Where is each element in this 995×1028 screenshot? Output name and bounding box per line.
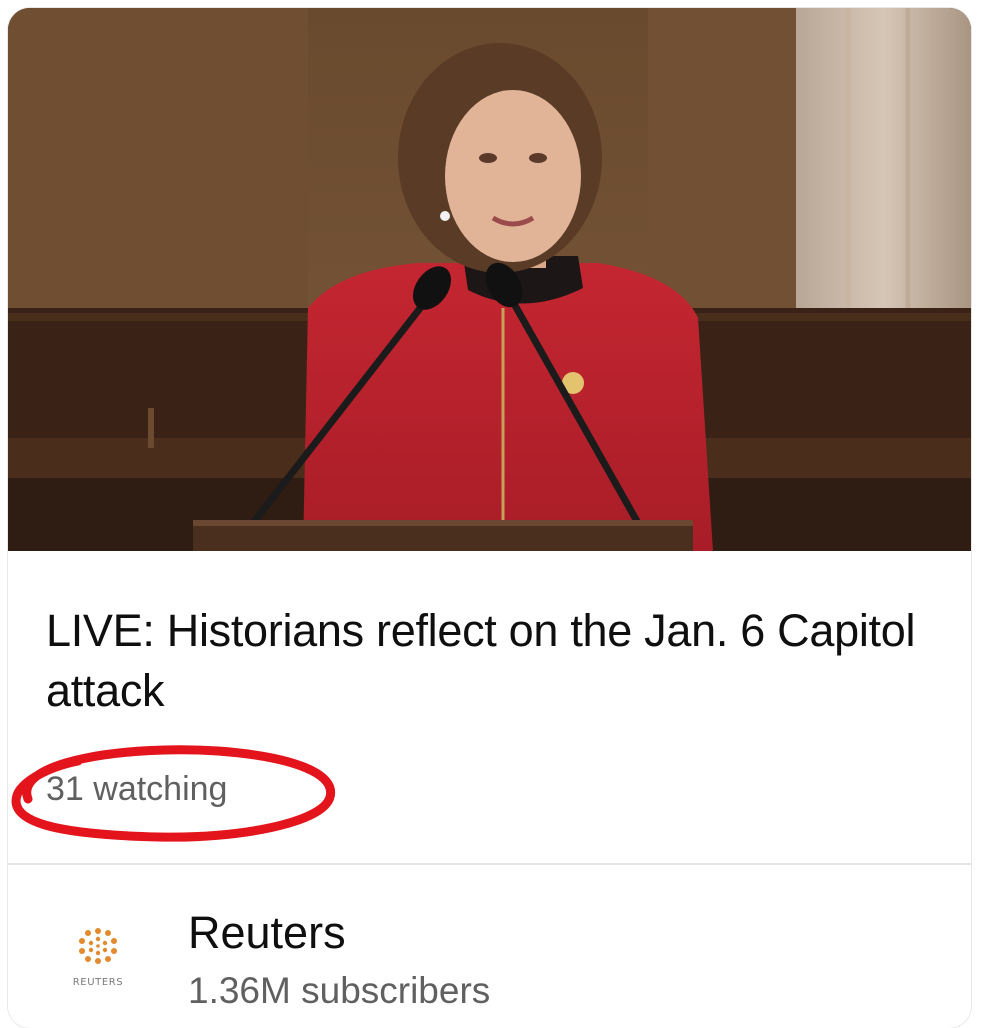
- video-thumbnail[interactable]: [8, 8, 971, 551]
- subscriber-count: 1.36M subscribers: [188, 970, 491, 1011]
- viewer-count: 31 watching: [46, 770, 228, 808]
- channel-avatar[interactable]: REUTERS: [56, 917, 140, 997]
- reuters-logo-icon: [79, 928, 117, 964]
- channel-logo-text: REUTERS: [72, 977, 124, 988]
- video-info: LIVE: Historians reflect on the Jan. 6 C…: [8, 551, 971, 863]
- channel-name[interactable]: Reuters: [188, 907, 346, 959]
- video-card[interactable]: LIVE: Historians reflect on the Jan. 6 C…: [8, 8, 971, 1028]
- thumbnail-image: [8, 8, 971, 551]
- channel-row[interactable]: REUTERS Reuters 1.36M subscribers: [8, 865, 971, 1025]
- video-title[interactable]: LIVE: Historians reflect on the Jan. 6 C…: [46, 601, 946, 721]
